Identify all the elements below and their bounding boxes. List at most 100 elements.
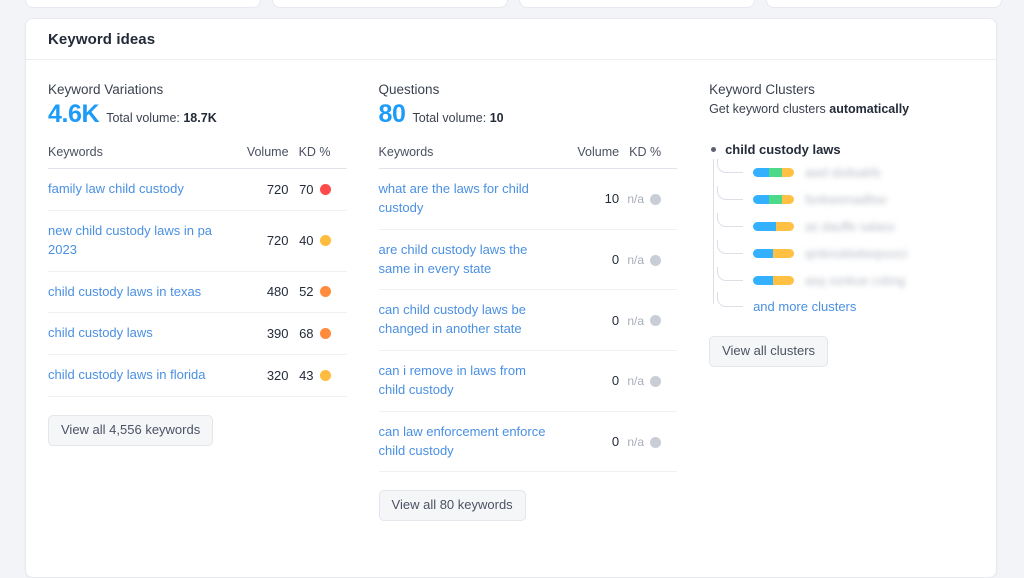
keyword-cell: new child custody laws in pa 2023 [48, 210, 223, 271]
view-all-clusters-button[interactable]: View all clusters [709, 336, 828, 367]
view-all-keywords-button[interactable]: View all 4,556 keywords [48, 415, 213, 446]
column-header-volume[interactable]: Volume [553, 145, 619, 169]
and-more-clusters-link[interactable]: and more clusters [753, 299, 856, 314]
keyword-clusters-heading: Keyword Clusters [709, 82, 974, 97]
cluster-intent-segment [753, 222, 776, 231]
cluster-root-node[interactable]: child custody laws [711, 142, 974, 157]
cluster-item-label: qmknoklwlwqsxxci [805, 247, 907, 261]
keyword-cell: child custody laws [48, 313, 223, 355]
cluster-intent-bar [753, 222, 794, 231]
clusters-note-emphasis: automatically [829, 102, 909, 116]
top-partial-card-2 [272, 0, 508, 8]
cluster-intent-segment [769, 195, 782, 204]
questions-count: 80 [379, 102, 406, 127]
table-body: what are the laws for child custody10n/a… [379, 169, 678, 472]
kd-cell: 40 [289, 210, 347, 271]
volume-cell: 480 [223, 271, 289, 313]
cluster-item-row[interactable]: qmknoklwlwqsxxci [713, 240, 974, 267]
kd-difficulty-dot-icon [650, 315, 661, 326]
keyword-link[interactable]: can child custody laws be changed in ano… [379, 301, 554, 339]
table-row: child custody laws in florida 320 43 [48, 355, 347, 397]
kd-difficulty-dot-icon [320, 235, 331, 246]
cluster-item-row[interactable]: fsnkwsmadfsw [713, 186, 974, 213]
kd-wrapper: 40 [299, 233, 330, 248]
keyword-link[interactable]: child custody laws in texas [48, 283, 201, 302]
cluster-intent-segment [782, 168, 794, 177]
cluster-intent-segment [773, 249, 794, 258]
keyword-variations-metric: 4.6K Total volume: 18.7K [48, 102, 347, 127]
kd-difficulty-dot-icon [320, 286, 331, 297]
page-title: Keyword ideas [48, 31, 155, 48]
cluster-item-row[interactable]: asq xsnkue cxbng [713, 267, 974, 294]
keyword-link[interactable]: new child custody laws in pa 2023 [48, 222, 223, 260]
volume-cell: 0 [553, 411, 619, 472]
tree-elbow-icon [717, 267, 743, 281]
cluster-intent-segment [753, 195, 769, 204]
table-row: are child custody laws the same in every… [379, 229, 678, 290]
kd-value: n/a [627, 374, 644, 388]
table-header: Keywords Volume KD % [379, 145, 678, 169]
keyword-link[interactable]: what are the laws for child custody [379, 180, 554, 218]
keyword-link[interactable]: can i remove in laws from child custody [379, 362, 554, 400]
kd-cell: n/a [619, 290, 677, 351]
table-header-row: Keywords Volume KD % [48, 145, 347, 169]
column-header-kd[interactable]: KD % [289, 145, 347, 169]
volume-cell: 0 [553, 290, 619, 351]
keyword-variations-count: 4.6K [48, 102, 99, 127]
cluster-item-row[interactable]: awd dsdsakfs [713, 159, 974, 186]
keyword-link[interactable]: are child custody laws the same in every… [379, 241, 554, 279]
cluster-intent-segment [776, 222, 794, 231]
kd-wrapper: n/a [627, 253, 661, 267]
column-header-keywords[interactable]: Keywords [379, 145, 554, 169]
keyword-link[interactable]: family law child custody [48, 180, 184, 199]
cluster-more-row: and more clusters [713, 294, 974, 318]
table-header: Keywords Volume KD % [48, 145, 347, 169]
keyword-cell: child custody laws in texas [48, 271, 223, 313]
volume-cell: 0 [553, 229, 619, 290]
cluster-item-row[interactable]: as dauffe salasx [713, 213, 974, 240]
cluster-intent-bar [753, 249, 794, 258]
column-header-kd[interactable]: KD % [619, 145, 677, 169]
cluster-intent-segment [773, 276, 794, 285]
kd-value: 68 [299, 326, 313, 341]
tree-elbow-icon [717, 240, 743, 254]
volume-cell: 320 [223, 355, 289, 397]
kd-value: n/a [627, 192, 644, 206]
table-row: family law child custody72070 [48, 169, 347, 211]
kd-wrapper: n/a [627, 314, 661, 328]
questions-total-volume: Total volume: 10 [413, 111, 504, 125]
cluster-root-label: child custody laws [725, 142, 841, 157]
kd-difficulty-dot-icon [320, 370, 331, 381]
keyword-cell: family law child custody [48, 169, 223, 211]
total-volume-label: Total volume: [106, 111, 180, 125]
total-volume-value: 10 [490, 111, 504, 125]
tree-elbow-icon [717, 159, 743, 173]
kd-wrapper: n/a [627, 435, 661, 449]
kd-value: n/a [627, 314, 644, 328]
cluster-tree: awd dsdsakfs fsnkwsmadfswas dauffe salasx… [709, 159, 974, 318]
keyword-variations-heading: Keyword Variations [48, 82, 347, 97]
kd-difficulty-dot-icon [320, 184, 331, 195]
column-header-volume[interactable]: Volume [223, 145, 289, 169]
top-partial-card-1 [25, 0, 261, 8]
keyword-link[interactable]: child custody laws in florida [48, 366, 206, 385]
view-all-questions-button[interactable]: View all 80 keywords [379, 490, 526, 521]
cluster-intent-segment [769, 168, 782, 177]
kd-value: 43 [299, 368, 313, 383]
keyword-link[interactable]: can law enforcement enforce child custod… [379, 423, 554, 461]
tree-elbow-icon [717, 213, 743, 227]
questions-table: Keywords Volume KD % what are the laws f… [379, 145, 678, 472]
kd-value: 52 [299, 284, 313, 299]
cluster-intent-bar [753, 168, 794, 177]
kd-cell: n/a [619, 411, 677, 472]
keyword-cell: what are the laws for child custody [379, 169, 554, 230]
column-header-keywords[interactable]: Keywords [48, 145, 223, 169]
keyword-clusters-note: Get keyword clusters automatically [709, 102, 974, 116]
cluster-item-label: awd dsdsakfs [805, 166, 881, 180]
volume-cell: 720 [223, 210, 289, 271]
cluster-intent-segment [753, 249, 773, 258]
kd-cell: n/a [619, 229, 677, 290]
top-partial-cards-strip [0, 0, 1024, 8]
kd-cell: n/a [619, 351, 677, 412]
keyword-link[interactable]: child custody laws [48, 324, 153, 343]
